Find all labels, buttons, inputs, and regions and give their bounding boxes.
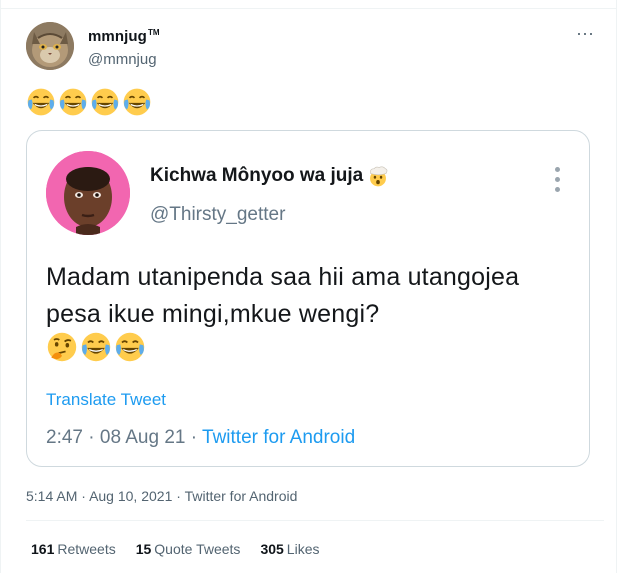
exploding-head-emoji-icon <box>370 166 388 187</box>
quoted-tweet-time[interactable]: 2:47 <box>46 427 83 448</box>
thinking-face-emoji-icon <box>47 332 77 362</box>
quoted-author-avatar[interactable] <box>46 151 130 235</box>
quoted-tweet-text: Madam utanipenda saa hii ama utangojea p… <box>46 263 520 328</box>
cat-avatar-image <box>26 22 74 70</box>
likes-label: Likes <box>286 541 320 557</box>
divider <box>1 8 616 9</box>
tears-of-joy-emoji-icon <box>91 88 119 116</box>
meta-separator: · <box>88 427 95 448</box>
tears-of-joy-emoji-icon <box>115 332 145 362</box>
tweet-detail: mmnjugTM @mmnjug ··· Kichwa Mônyoo wa ju… <box>0 0 617 573</box>
likes-count: 305 <box>260 541 284 557</box>
meta-separator: · <box>190 427 198 448</box>
quote-tweets-stat[interactable]: 15 Quote Tweets <box>136 541 241 557</box>
quoted-more-options-icon[interactable] <box>555 167 561 192</box>
author-name-text: mmnjug <box>88 28 147 45</box>
quote-tweets-count: 15 <box>135 541 152 557</box>
quoted-author-name-text: Kichwa Mônyoo wa juja <box>150 165 364 186</box>
tweet-date-link[interactable]: Aug 10, 2021 <box>89 488 172 504</box>
trademark-suffix: TM <box>147 28 160 37</box>
quoted-tweet-emojis <box>46 331 146 363</box>
quote-tweets-label: Quote Tweets <box>154 541 241 557</box>
tweet-text <box>26 87 152 117</box>
quoted-author-display-name[interactable]: Kichwa Mônyoo wa juja <box>150 165 389 187</box>
meta-separator: · <box>176 488 181 504</box>
tears-of-joy-emoji-icon <box>27 88 55 116</box>
divider <box>26 520 604 521</box>
likes-stat[interactable]: 305 Likes <box>260 541 319 557</box>
meta-separator: · <box>81 488 86 504</box>
tears-of-joy-emoji-icon <box>81 332 111 362</box>
quoted-tweet-source-link[interactable]: Twitter for Android <box>202 427 355 448</box>
quoted-author-handle[interactable]: @Thirsty_getter <box>150 204 285 226</box>
tweet-source-link[interactable]: Twitter for Android <box>185 488 298 504</box>
tweet-time-link[interactable]: 5:14 AM <box>26 488 77 504</box>
tears-of-joy-emoji-icon <box>59 88 87 116</box>
tweet-timestamp: 5:14 AM · Aug 10, 2021 · Twitter for And… <box>26 488 297 504</box>
retweets-stat[interactable]: 161 Retweets <box>31 541 116 557</box>
person-avatar-image <box>46 151 130 235</box>
more-options-icon[interactable]: ··· <box>576 24 594 42</box>
author-avatar[interactable] <box>26 22 74 70</box>
quoted-tweet-card[interactable]: Kichwa Mônyoo wa juja @Thirsty_getter Ma… <box>26 130 590 467</box>
quoted-tweet-date[interactable]: 08 Aug 21 <box>100 427 186 448</box>
author-display-name[interactable]: mmnjugTM <box>88 28 160 45</box>
tears-of-joy-emoji-icon <box>123 88 151 116</box>
translate-tweet-link[interactable]: Translate Tweet <box>46 390 166 410</box>
quoted-tweet-meta: 2:47 · 08 Aug 21 · Twitter for Android <box>46 427 355 449</box>
retweets-label: Retweets <box>57 541 116 557</box>
retweets-count: 161 <box>31 541 55 557</box>
author-handle[interactable]: @mmnjug <box>88 51 157 68</box>
engagement-stats: 161 Retweets 15 Quote Tweets 305 Likes <box>31 541 319 557</box>
